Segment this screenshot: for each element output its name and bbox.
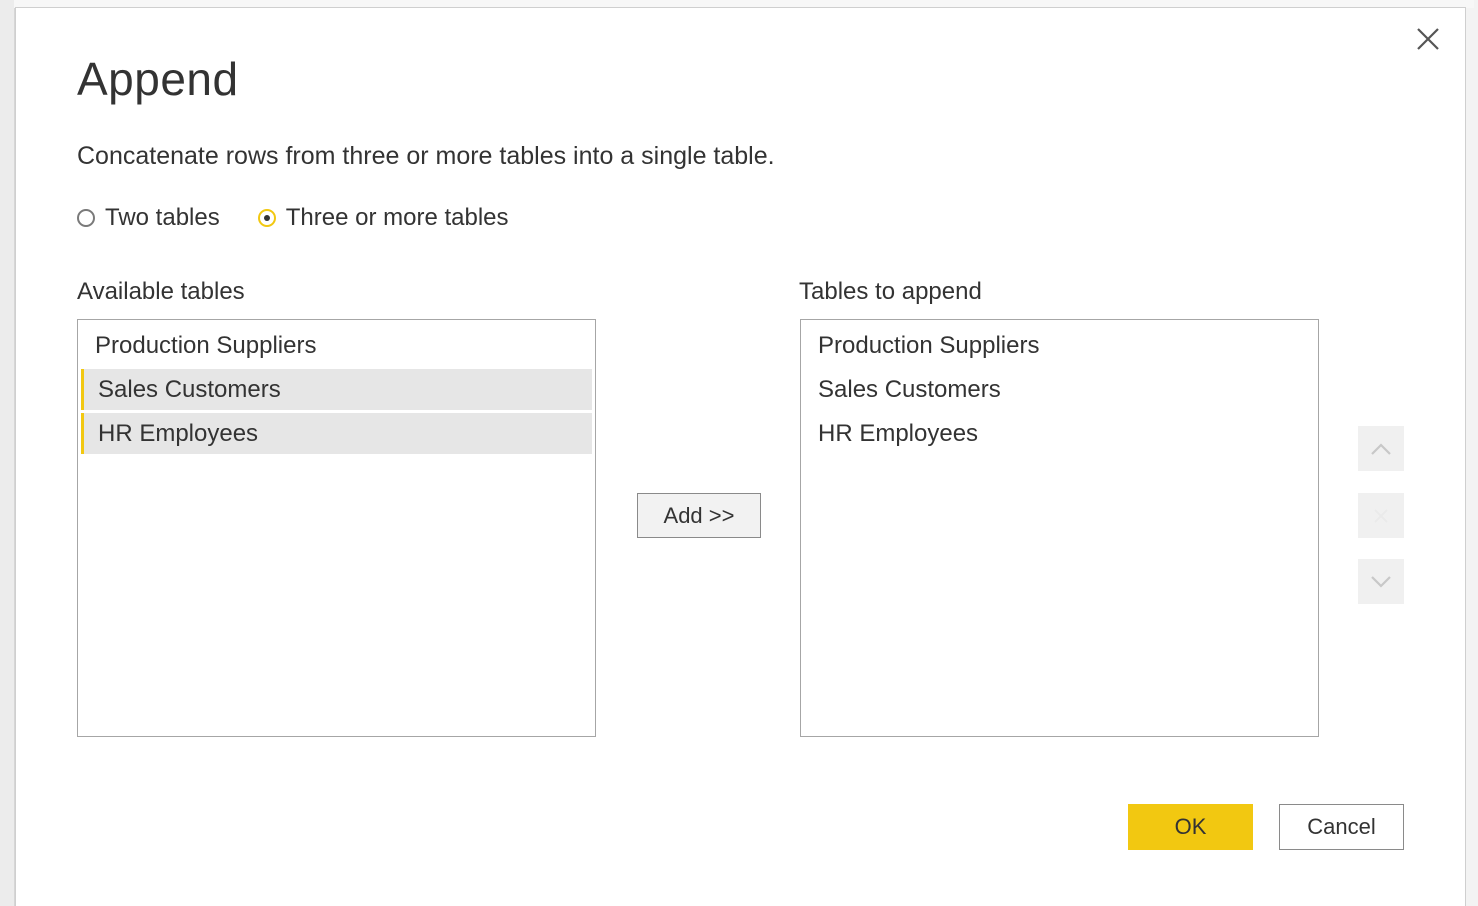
available-tables-list[interactable]: Production Suppliers Sales Customers HR … [77,319,596,737]
append-dialog: Append Concatenate rows from three or mo… [15,7,1466,906]
available-tables-label: Available tables [77,278,245,305]
available-item-sales-customers[interactable]: Sales Customers [81,369,592,410]
append-mode-radio-group: Two tables Three or more tables [77,204,547,232]
radio-three-or-more-circle[interactable] [257,209,276,227]
add-button[interactable]: Add >> [637,493,761,538]
append-item-hr-employees[interactable]: HR Employees [801,413,1318,454]
remove-button[interactable] [1358,493,1404,538]
close-button[interactable] [1413,24,1443,54]
tables-to-append-label: Tables to append [799,278,982,305]
radio-two-tables[interactable]: Two tables [77,204,220,232]
tables-to-append-list[interactable]: Production Suppliers Sales Customers HR … [800,319,1319,737]
backdrop-left-edge [0,0,15,906]
remove-icon [1374,508,1388,523]
radio-three-or-more-tables[interactable]: Three or more tables [257,204,509,232]
close-icon [1417,28,1439,50]
append-item-production-suppliers[interactable]: Production Suppliers [801,325,1318,366]
dialog-description: Concatenate rows from three or more tabl… [77,142,775,170]
available-item-hr-employees[interactable]: HR Employees [81,413,592,454]
radio-selected-dot [263,215,270,221]
move-down-button[interactable] [1358,559,1404,604]
available-item-production-suppliers[interactable]: Production Suppliers [78,325,595,366]
radio-three-or-more-label: Three or more tables [285,204,509,231]
chevron-down-icon [1371,575,1391,588]
radio-two-tables-label: Two tables [105,204,220,231]
radio-two-tables-circle[interactable] [77,209,95,227]
chevron-up-icon [1371,442,1391,455]
move-up-button[interactable] [1358,426,1404,471]
dialog-title: Append [77,53,239,105]
ok-button[interactable]: OK [1128,804,1253,850]
append-item-sales-customers[interactable]: Sales Customers [801,369,1318,410]
cancel-button[interactable]: Cancel [1279,804,1404,850]
